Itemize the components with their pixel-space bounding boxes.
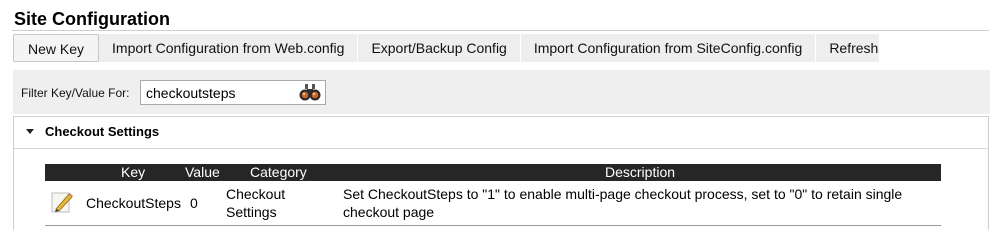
row-value: 0 [190, 195, 198, 211]
row-description-line2: checkout page [343, 204, 435, 220]
filter-bar: Filter Key/Value For: [13, 70, 990, 114]
config-grid: Key Value Category Description CheckoutS… [45, 164, 941, 226]
binoculars-icon[interactable] [299, 83, 321, 102]
refresh-button[interactable]: Refresh [816, 34, 893, 62]
checkout-settings-panel: Checkout Settings Key Value Category Des… [13, 116, 989, 230]
toolbar: New Key Import Configuration from Web.co… [13, 34, 893, 62]
row-description-line1: Set CheckoutSteps to "1" to enable multi… [343, 186, 903, 202]
filter-box [140, 80, 326, 105]
import-web-config-button[interactable]: Import Configuration from Web.config [99, 34, 359, 62]
column-header-key[interactable]: Key [121, 164, 145, 181]
row-category-line1: Checkout [226, 186, 286, 202]
caret-down-icon[interactable] [26, 129, 34, 134]
row-key: CheckoutSteps [86, 195, 181, 211]
page-title: Site Configuration [14, 9, 170, 29]
filter-label: Filter Key/Value For: [21, 86, 130, 100]
column-header-value[interactable]: Value [185, 164, 220, 181]
new-key-button[interactable]: New Key [13, 34, 100, 62]
column-header-description[interactable]: Description [605, 164, 675, 181]
export-backup-config-button[interactable]: Export/Backup Config [358, 34, 521, 62]
filter-input[interactable] [141, 81, 301, 104]
column-header-category[interactable]: Category [250, 164, 307, 181]
edit-pencil-icon[interactable] [50, 190, 74, 214]
row-category-line2: Settings [226, 204, 277, 220]
import-siteconfig-button[interactable]: Import Configuration from SiteConfig.con… [521, 34, 817, 62]
table-row: CheckoutSteps 0 Checkout Settings Set Ch… [45, 181, 941, 226]
panel-header[interactable]: Checkout Settings [14, 117, 988, 149]
grid-header: Key Value Category Description [45, 164, 941, 181]
title-divider [12, 30, 989, 31]
panel-title: Checkout Settings [45, 124, 160, 139]
